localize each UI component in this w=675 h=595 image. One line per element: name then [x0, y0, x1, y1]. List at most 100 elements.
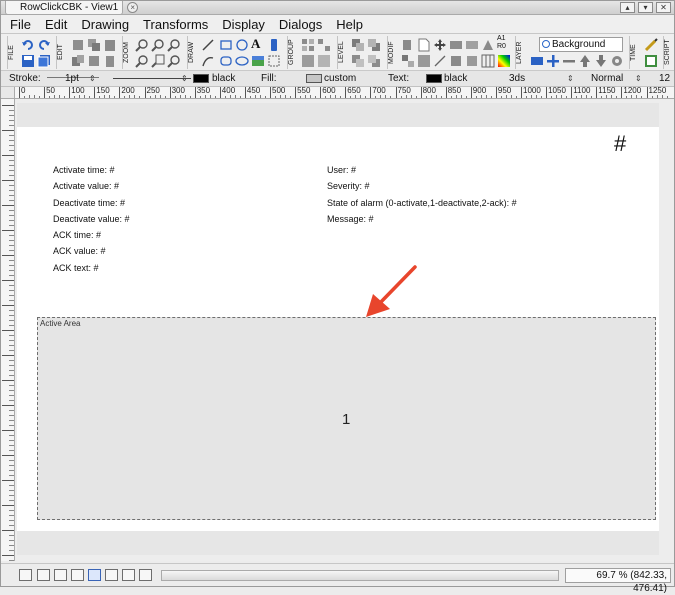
line-tool-icon[interactable] [201, 38, 215, 52]
zoom-in-icon[interactable] [135, 38, 149, 52]
zoom-selection-icon[interactable] [135, 54, 149, 68]
paste-icon[interactable] [103, 38, 117, 52]
field-user[interactable]: User: # [327, 165, 356, 175]
layers-icon[interactable] [530, 54, 544, 68]
text-tool-icon[interactable]: A [251, 36, 265, 51]
ruler-toggle-icon[interactable] [105, 569, 118, 581]
field-ack-text[interactable]: ACK text: # [53, 263, 99, 273]
preview-icon[interactable] [139, 569, 152, 581]
guides-icon[interactable] [122, 569, 135, 581]
cut-icon[interactable] [71, 38, 85, 52]
minimize-button[interactable]: ▴ [620, 2, 635, 13]
align-icon[interactable] [401, 38, 415, 52]
rectangle-tool-icon[interactable] [219, 38, 233, 52]
field-severity[interactable]: Severity: # [327, 181, 370, 191]
active-area[interactable]: Active Area 1 [37, 317, 656, 520]
menu-display[interactable]: Display [217, 17, 270, 32]
blend-mode-select[interactable]: Normal [591, 73, 623, 85]
field-ack-time[interactable]: ACK time: # [53, 230, 101, 240]
layer-selector[interactable]: Background [539, 37, 623, 52]
selection-area-icon[interactable] [267, 54, 281, 68]
anchor-labels[interactable]: A1 R0 [497, 35, 511, 50]
field-activate-value[interactable]: Activate value: # [53, 181, 119, 191]
text-style-select[interactable]: 3ds [509, 73, 525, 85]
close-tab-icon[interactable]: × [127, 2, 139, 13]
fill-color-name[interactable]: custom [324, 73, 356, 85]
page-view-icon[interactable] [88, 569, 101, 581]
document-tab[interactable]: RowClickCBK - View1 × [5, 1, 139, 15]
duplicate-icon[interactable] [71, 54, 85, 68]
send-backward-icon[interactable] [367, 54, 381, 68]
ungroup-icon[interactable] [317, 38, 331, 52]
picture-tool-icon[interactable] [251, 54, 265, 68]
corner-hash-mark[interactable]: # [614, 131, 626, 157]
close-window-button[interactable]: ✕ [656, 2, 671, 13]
page-icon[interactable] [417, 38, 431, 52]
menu-edit[interactable]: Edit [40, 17, 72, 32]
zoom-out-icon[interactable] [151, 38, 165, 52]
layer-down-icon[interactable] [594, 54, 608, 68]
font-size-select[interactable]: 12 [659, 73, 670, 85]
bring-front-icon[interactable] [351, 38, 365, 52]
bring-forward-icon[interactable] [351, 54, 365, 68]
menu-help[interactable]: Help [331, 17, 368, 32]
circle-tool-icon[interactable] [235, 54, 249, 68]
snap-icon[interactable] [19, 569, 32, 581]
distribute-icon[interactable] [465, 54, 479, 68]
connect-icon[interactable] [449, 54, 463, 68]
field-alarm-state[interactable]: State of alarm (0-activate,1-deactivate,… [327, 198, 517, 208]
send-back-icon[interactable] [367, 38, 381, 52]
color-palette-icon[interactable] [497, 54, 511, 68]
field-message[interactable]: Message: # [327, 214, 374, 224]
grid-tool-icon[interactable] [481, 54, 495, 68]
ellipse-tool-icon[interactable] [235, 38, 249, 52]
blend-mode-spinner-icon[interactable]: ⇕ [635, 73, 642, 85]
layer-settings-icon[interactable] [610, 54, 624, 68]
redo-icon[interactable] [37, 38, 51, 52]
zoom-drawing-icon[interactable] [167, 54, 181, 68]
text-style-spinner-icon[interactable]: ⇕ [567, 73, 574, 85]
mirror-icon[interactable] [481, 38, 495, 52]
drawing-canvas[interactable]: Activate time: # Activate value: # Deact… [16, 99, 674, 561]
node-edit-icon[interactable] [433, 54, 447, 68]
stroke-style-select[interactable] [113, 78, 191, 79]
vertical-ruler[interactable] [1, 99, 15, 561]
field-activate-time[interactable]: Activate time: # [53, 165, 115, 175]
flip-icon[interactable] [449, 38, 463, 52]
maximize-button[interactable]: ▾ [638, 2, 653, 13]
stroke-width-spinner-icon[interactable]: ⇕ [89, 73, 96, 85]
transform-icon[interactable] [417, 54, 431, 68]
group-icon[interactable] [301, 38, 315, 52]
layer-view-icon[interactable] [37, 569, 50, 581]
stroke-color-swatch[interactable] [193, 74, 209, 83]
menu-transforms[interactable]: Transforms [138, 17, 213, 32]
field-ack-value[interactable]: ACK value: # [53, 246, 106, 256]
zoom-page-icon[interactable] [151, 54, 165, 68]
monitor-icon[interactable] [54, 569, 67, 581]
undo-icon[interactable] [21, 38, 35, 52]
remove-layer-icon[interactable] [562, 54, 576, 68]
save-icon[interactable] [21, 54, 35, 68]
field-deactivate-time[interactable]: Deactivate time: # [53, 198, 125, 208]
delete-icon[interactable] [103, 54, 117, 68]
enter-group-icon[interactable] [301, 54, 315, 68]
horizontal-ruler[interactable]: 0 50 100 150 200 250 300 350 400 450 500 550 600 650 7… [15, 87, 674, 99]
rounded-rect-tool-icon[interactable] [219, 54, 233, 68]
bezier-tool-icon[interactable] [201, 54, 215, 68]
image-tool-icon[interactable] [267, 38, 281, 52]
resize-icon[interactable] [401, 54, 415, 68]
stroke-style-spinner-icon[interactable]: ⇕ [181, 73, 188, 85]
stroke-color-name[interactable]: black [212, 73, 235, 85]
menu-file[interactable]: File [5, 17, 36, 32]
text-color-swatch[interactable] [426, 74, 442, 83]
layer-up-icon[interactable] [578, 54, 592, 68]
clone-icon[interactable] [87, 54, 101, 68]
menu-drawing[interactable]: Drawing [76, 17, 134, 32]
grid-toggle-icon[interactable] [71, 569, 84, 581]
exit-group-icon[interactable] [317, 54, 331, 68]
page[interactable]: Activate time: # Activate value: # Deact… [17, 103, 659, 555]
save-all-icon[interactable] [37, 54, 51, 68]
rotate-icon[interactable] [465, 38, 479, 52]
zoom-fit-icon[interactable] [167, 38, 181, 52]
move-icon[interactable] [433, 38, 447, 52]
